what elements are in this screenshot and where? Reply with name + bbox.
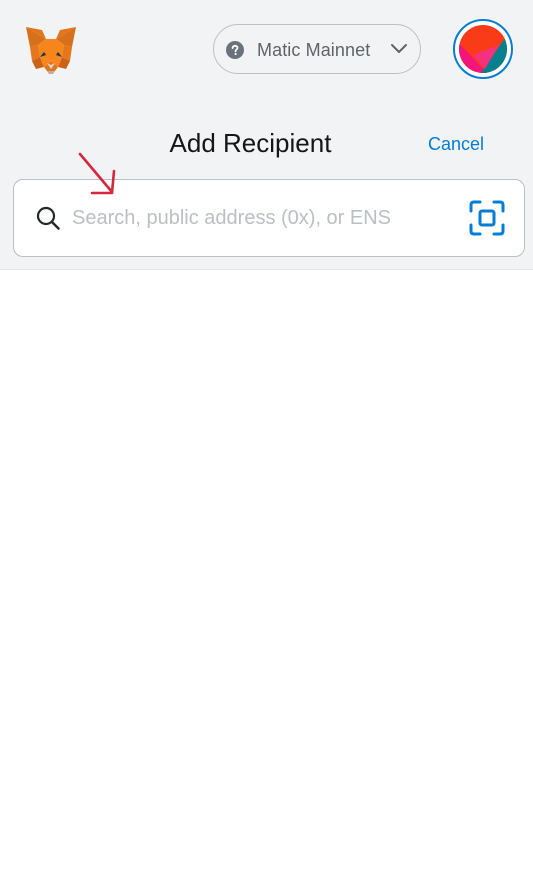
top-section: Matic Mainnet Add Recipient Cancel Searc…	[0, 0, 533, 270]
recipient-list-area	[0, 270, 533, 887]
network-selector[interactable]: Matic Mainnet	[213, 24, 421, 74]
cancel-button[interactable]: Cancel	[428, 133, 484, 155]
network-name: Matic Mainnet	[257, 40, 371, 60]
search-icon	[36, 206, 60, 230]
chevron-down-icon	[390, 42, 408, 56]
recipient-search-box[interactable]	[13, 179, 525, 257]
qr-scan-icon[interactable]	[469, 200, 505, 236]
question-circle-icon	[226, 41, 244, 59]
account-identicon	[459, 25, 507, 73]
account-avatar[interactable]	[453, 19, 513, 79]
page-title-text: Add Recipient	[169, 128, 332, 158]
recipient-search-input[interactable]	[72, 200, 452, 236]
app-window: Matic Mainnet Add Recipient Cancel Searc…	[0, 0, 533, 887]
app-header: Matic Mainnet	[0, 0, 533, 100]
metamask-fox-logo[interactable]	[24, 25, 78, 75]
